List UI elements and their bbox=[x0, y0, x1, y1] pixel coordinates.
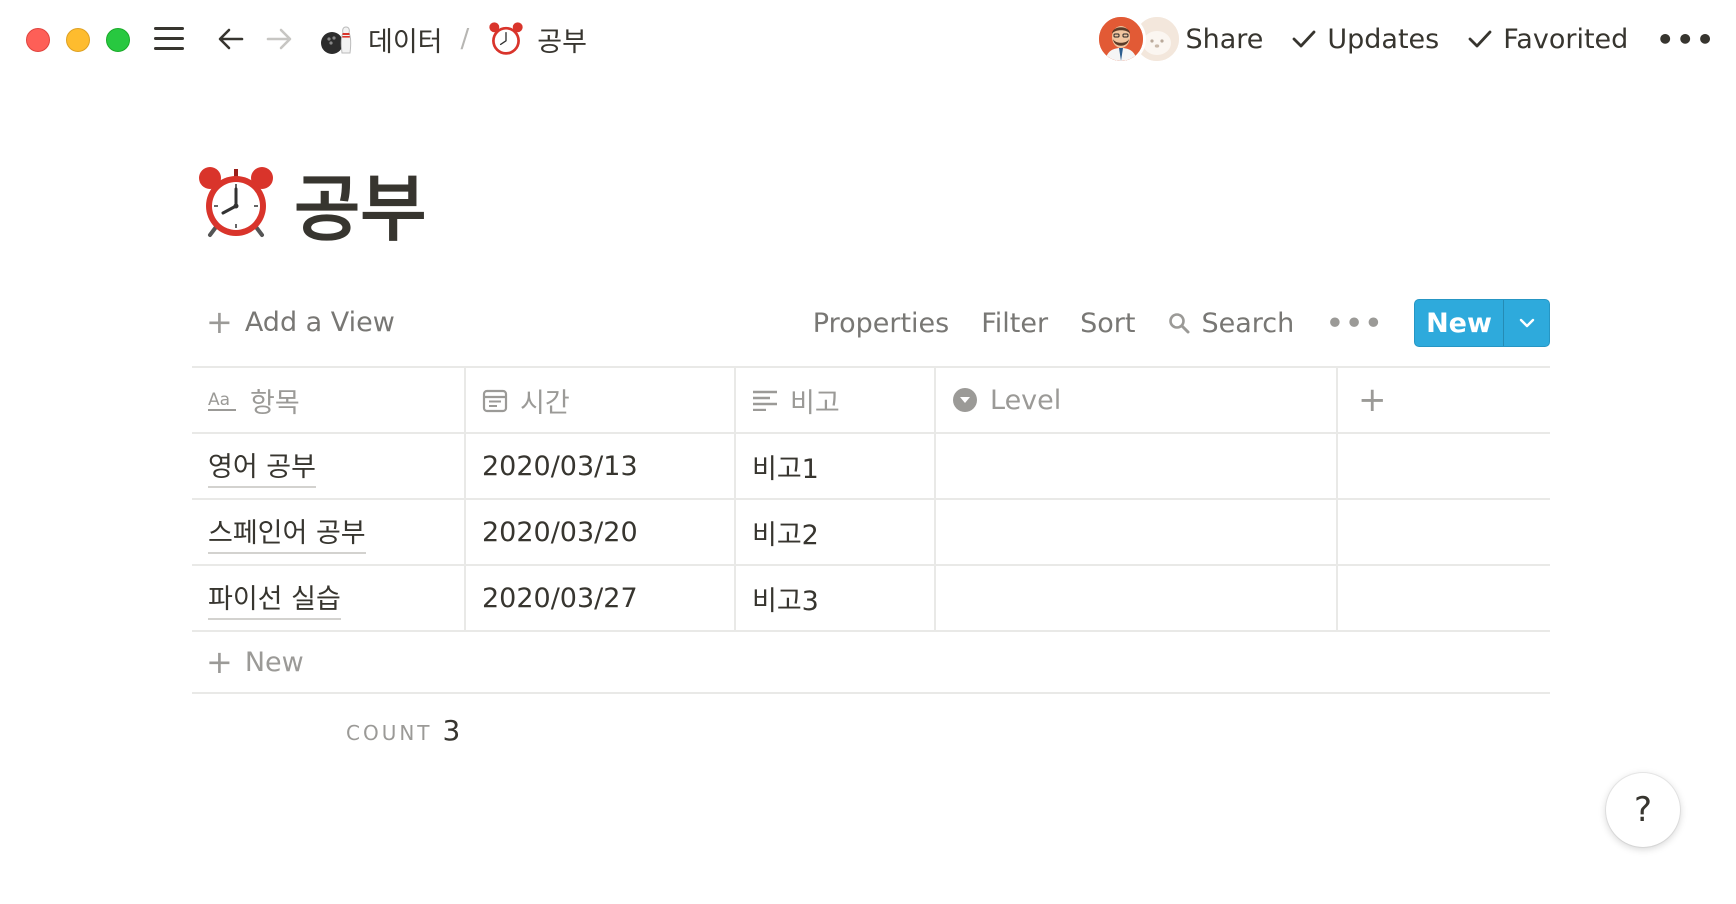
new-label: New bbox=[1426, 307, 1492, 339]
table-row[interactable]: 영어 공부 2020/03/13 비고1 bbox=[192, 434, 1550, 500]
forward-arrow-icon[interactable] bbox=[262, 22, 296, 56]
column-header-level[interactable]: Level bbox=[936, 368, 1338, 432]
table-cell-title[interactable]: 영어 공부 bbox=[192, 434, 466, 498]
new-record-button[interactable]: New bbox=[1415, 300, 1503, 346]
table-cell-note[interactable]: 비고3 bbox=[736, 566, 936, 630]
table-cell-date[interactable]: 2020/03/20 bbox=[466, 500, 736, 564]
new-row-label: New bbox=[244, 646, 304, 678]
checkmark-icon bbox=[1292, 30, 1316, 48]
properties-button[interactable]: Properties bbox=[813, 308, 949, 339]
share-label: Share bbox=[1185, 23, 1264, 55]
view-toolbar: + Add a View Properties Filter Sort Sear… bbox=[192, 298, 1550, 348]
new-button: New bbox=[1414, 299, 1550, 347]
add-column-button[interactable]: + bbox=[1338, 368, 1550, 432]
filter-button[interactable]: Filter bbox=[981, 308, 1048, 339]
add-row-button[interactable]: + New bbox=[192, 632, 1550, 694]
search-button[interactable]: Search bbox=[1167, 308, 1294, 339]
text-title-icon: Aa bbox=[208, 390, 236, 411]
help-button[interactable]: ? bbox=[1606, 773, 1680, 847]
search-icon bbox=[1169, 313, 1190, 334]
table-cell-title[interactable]: 스페인어 공부 bbox=[192, 500, 466, 564]
table-row[interactable]: 파이선 실습 2020/03/27 비고3 bbox=[192, 566, 1550, 632]
updates-label: Updates bbox=[1327, 23, 1440, 55]
row-title[interactable]: 스페인어 공부 bbox=[208, 511, 366, 554]
window-zoom-button[interactable] bbox=[106, 28, 130, 52]
window-minimize-button[interactable] bbox=[66, 28, 90, 52]
alarm-clock-icon bbox=[487, 20, 525, 58]
count-value: 3 bbox=[442, 714, 461, 747]
row-title[interactable]: 영어 공부 bbox=[208, 445, 316, 488]
column-header-date[interactable]: 시간 bbox=[466, 368, 736, 432]
checkmark-icon bbox=[1468, 30, 1492, 48]
table-cell-empty bbox=[1338, 566, 1550, 630]
window-close-button[interactable] bbox=[26, 28, 50, 52]
select-icon bbox=[953, 388, 977, 412]
chevron-down-icon bbox=[1519, 318, 1534, 328]
breadcrumb-label: 데이터 bbox=[368, 26, 443, 58]
database-table: Aa 항목 시간 비고 Level + 영어 공부 2020/03/13 비고1… bbox=[192, 366, 1550, 694]
text-lines-icon bbox=[753, 390, 777, 411]
table-cell-title[interactable]: 파이선 실습 bbox=[192, 566, 466, 630]
share-button[interactable]: Share bbox=[1185, 24, 1263, 55]
table-cell-level[interactable] bbox=[936, 434, 1338, 498]
column-header-label: Level bbox=[990, 384, 1062, 416]
add-view-button[interactable]: + Add a View bbox=[206, 306, 395, 338]
back-arrow-icon[interactable] bbox=[214, 22, 248, 56]
search-label: Search bbox=[1201, 307, 1295, 339]
calendar-icon bbox=[482, 389, 508, 413]
favorited-button[interactable]: Favorited bbox=[1467, 24, 1628, 55]
column-header-label: 항목 bbox=[250, 387, 300, 419]
row-title[interactable]: 파이선 실습 bbox=[208, 577, 341, 620]
svg-text:Aa: Aa bbox=[208, 390, 230, 410]
count-label: COUNT bbox=[346, 721, 433, 745]
updates-button[interactable]: Updates bbox=[1291, 24, 1439, 55]
table-cell-date[interactable]: 2020/03/27 bbox=[466, 566, 736, 630]
table-header-row: Aa 항목 시간 비고 Level + bbox=[192, 368, 1550, 434]
bowling-icon bbox=[318, 20, 356, 58]
table-cell-level[interactable] bbox=[936, 566, 1338, 630]
view-more-button[interactable]: ••• bbox=[1326, 308, 1384, 339]
plus-icon: + bbox=[206, 643, 233, 681]
breadcrumb-separator: / bbox=[460, 24, 470, 54]
top-actions: Share Updates Favorited ••• bbox=[1157, 16, 1716, 62]
breadcrumb-item-study[interactable]: 공부 bbox=[487, 20, 587, 59]
table-row[interactable]: 스페인어 공부 2020/03/20 비고2 bbox=[192, 500, 1550, 566]
table-cell-note[interactable]: 비고2 bbox=[736, 500, 936, 564]
table-cell-note[interactable]: 비고1 bbox=[736, 434, 936, 498]
breadcrumb-item-data[interactable]: 데이터 bbox=[318, 20, 443, 59]
page-title-text[interactable]: 공부 bbox=[294, 150, 426, 255]
add-view-label: Add a View bbox=[244, 306, 395, 338]
new-dropdown-button[interactable] bbox=[1503, 300, 1549, 346]
avatar[interactable] bbox=[1096, 14, 1146, 64]
table-cell-empty bbox=[1338, 434, 1550, 498]
alarm-clock-icon[interactable] bbox=[196, 163, 276, 243]
collaborator-avatars[interactable] bbox=[1096, 14, 1186, 66]
favorited-label: Favorited bbox=[1503, 23, 1629, 55]
column-header-label: 시간 bbox=[520, 387, 570, 419]
table-cell-date[interactable]: 2020/03/13 bbox=[466, 434, 736, 498]
breadcrumb: 데이터 / 공부 bbox=[318, 16, 587, 62]
sidebar-menu-icon[interactable] bbox=[152, 24, 186, 54]
page-title: 공부 bbox=[196, 150, 426, 255]
table-cell-level[interactable] bbox=[936, 500, 1338, 564]
column-header-note[interactable]: 비고 bbox=[736, 368, 936, 432]
column-header-label: 비고 bbox=[790, 387, 840, 419]
view-toolbar-actions: Properties Filter Sort Search ••• New bbox=[813, 298, 1550, 348]
top-bar: 데이터 / 공부 Share Updates Favorited ••• bbox=[0, 0, 1736, 78]
column-header-title[interactable]: Aa 항목 bbox=[192, 368, 466, 432]
more-options-button[interactable]: ••• bbox=[1656, 23, 1716, 56]
sort-button[interactable]: Sort bbox=[1080, 308, 1135, 339]
breadcrumb-label: 공부 bbox=[537, 26, 587, 58]
table-cell-empty bbox=[1338, 500, 1550, 564]
plus-icon: + bbox=[206, 303, 233, 341]
count-summary[interactable]: COUNT 3 bbox=[346, 714, 460, 747]
